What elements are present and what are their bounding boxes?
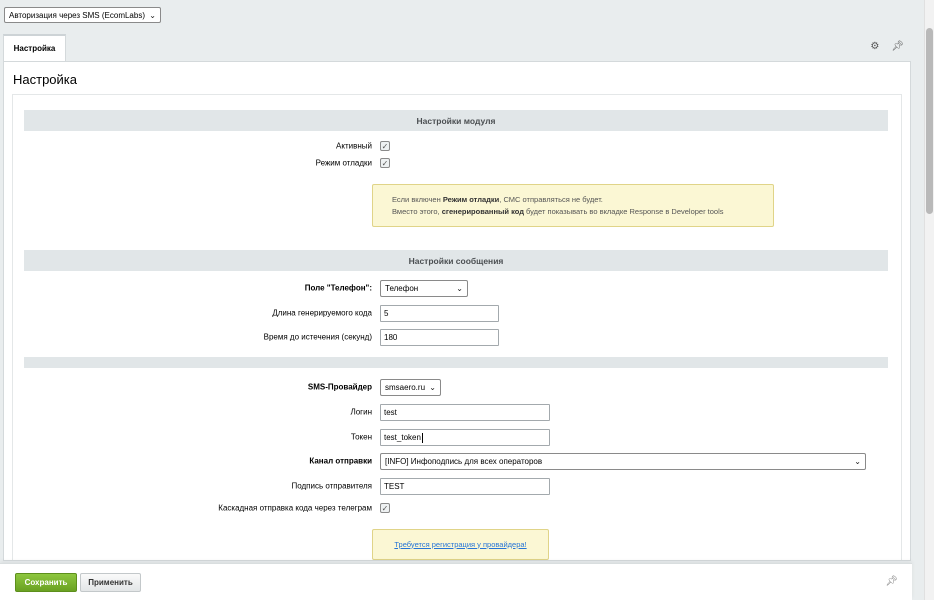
- code-length-wrap: 5: [380, 305, 499, 322]
- debug-note-line2: Вместо этого, сгенерированный код будет …: [392, 206, 773, 218]
- expire-wrap: 180: [380, 329, 499, 346]
- sender-value: TEST: [384, 482, 405, 491]
- expire-label: Время до истечения (секунд): [263, 332, 372, 342]
- module-select-value: Авторизация через SMS (EcomLabs): [9, 10, 145, 20]
- token-input[interactable]: test_token: [380, 429, 550, 446]
- page-title: Настройка: [13, 72, 77, 87]
- note-text: Если включен: [392, 195, 443, 204]
- expire-value: 180: [384, 333, 398, 342]
- text-cursor: [421, 432, 423, 443]
- section-header-module: Настройки модуля: [24, 110, 888, 131]
- expire-input[interactable]: 180: [380, 329, 499, 346]
- tab-tools: ⚙ 📌︎: [870, 41, 904, 52]
- token-label: Токен: [350, 432, 372, 442]
- row-active: Активный ✓: [13, 138, 903, 154]
- note-bold: сгенерированный код: [441, 207, 524, 216]
- row-login: Логин test: [13, 404, 903, 421]
- tab-settings[interactable]: Настройка: [3, 34, 66, 61]
- code-length-value: 5: [384, 309, 389, 318]
- gear-icon[interactable]: ⚙: [870, 41, 879, 52]
- phone-field-value: Телефон: [385, 284, 419, 293]
- debug-note: Если включен Режим отладки, СМС отправля…: [372, 184, 774, 227]
- login-wrap: test: [380, 404, 550, 421]
- pin-icon[interactable]: 📌︎: [885, 576, 898, 587]
- sender-label: Подпись отправителя: [291, 481, 372, 491]
- telegram-checkbox[interactable]: ✓: [380, 503, 390, 513]
- scrollbar-thumb[interactable]: [926, 28, 933, 214]
- chevron-down-icon: ⌄: [149, 10, 156, 20]
- row-telegram: Каскадная отправка кода через телеграм ✓: [13, 500, 903, 516]
- settings-form: Настройки модуля Активный ✓ Режим отладк…: [12, 94, 903, 560]
- code-length-label: Длина генерируемого кода: [272, 308, 372, 318]
- note-text: будет показывать во вкладке Response в D…: [523, 207, 724, 216]
- section-header-message: Настройки сообщения: [24, 250, 888, 271]
- settings-panel: Настройка Настройки модуля Активный ✓ Ре…: [3, 61, 911, 561]
- telegram-checkbox-wrap: ✓: [380, 500, 390, 513]
- phone-field-label: Поле "Телефон":: [304, 283, 372, 293]
- provider-label: SMS-Провайдер: [307, 382, 372, 392]
- row-code-length: Длина генерируемого кода 5: [13, 305, 903, 322]
- provider-value: smsaero.ru: [385, 383, 426, 392]
- debug-checkbox[interactable]: ✓: [380, 158, 390, 168]
- channel-label: Канал отправки: [309, 456, 372, 466]
- telegram-label: Каскадная отправка кода через телеграм: [218, 503, 372, 513]
- login-label: Логин: [350, 407, 372, 417]
- row-channel: Канал отправки [INFO] Инфоподпись для вс…: [13, 453, 903, 470]
- save-button[interactable]: Сохранить: [15, 573, 77, 592]
- footer-bar: Сохранить Применить 📌︎: [0, 563, 912, 600]
- channel-value: [INFO] Инфоподпись для всех операторов: [385, 457, 543, 466]
- provider-select[interactable]: smsaero.ru ⌄: [380, 379, 441, 396]
- phone-field-select[interactable]: Телефон ⌄: [380, 280, 468, 297]
- note-bold: Режим отладки: [442, 195, 500, 204]
- provider-wrap: smsaero.ru ⌄: [380, 379, 441, 396]
- active-checkbox[interactable]: ✓: [380, 141, 390, 151]
- channel-select[interactable]: [INFO] Инфоподпись для всех операторов ⌄: [380, 453, 866, 470]
- checkmark-icon: ✓: [381, 158, 389, 168]
- debug-checkbox-wrap: ✓: [380, 155, 390, 168]
- chevron-down-icon: ⌄: [854, 457, 861, 466]
- chevron-down-icon: ⌄: [456, 284, 463, 293]
- checkmark-icon: ✓: [381, 503, 389, 513]
- tab-bar: Настройка ⚙ 📌︎: [0, 34, 912, 61]
- module-select[interactable]: Авторизация через SMS (EcomLabs) ⌄: [4, 7, 161, 23]
- note-text: , СМС отправляться не будет.: [499, 195, 603, 204]
- active-checkbox-wrap: ✓: [380, 138, 390, 151]
- note-text: Вместо этого,: [392, 207, 442, 216]
- checkmark-icon: ✓: [381, 141, 389, 151]
- section-header-provider: [24, 357, 888, 368]
- provider-note: Требуется регистрация у провайдера!: [372, 529, 549, 560]
- sender-input[interactable]: TEST: [380, 478, 550, 495]
- login-value: test: [384, 408, 397, 417]
- active-label: Активный: [336, 141, 372, 151]
- phone-field-wrap: Телефон ⌄: [380, 280, 468, 297]
- row-token: Токен test_token: [13, 429, 903, 446]
- row-expire: Время до истечения (секунд) 180: [13, 329, 903, 346]
- debug-label: Режим отладки: [315, 158, 372, 168]
- page-scrollbar[interactable]: [924, 0, 934, 600]
- row-debug: Режим отладки ✓: [13, 155, 903, 171]
- row-sender: Подпись отправителя TEST: [13, 478, 903, 495]
- code-length-input[interactable]: 5: [380, 305, 499, 322]
- login-input[interactable]: test: [380, 404, 550, 421]
- token-value: test_token: [384, 433, 421, 442]
- pin-icon[interactable]: 📌︎: [891, 41, 904, 52]
- channel-wrap: [INFO] Инфоподпись для всех операторов ⌄: [380, 453, 866, 470]
- row-provider: SMS-Провайдер smsaero.ru ⌄: [13, 379, 903, 396]
- apply-button[interactable]: Применить: [80, 573, 141, 592]
- row-phone-field: Поле "Телефон": Телефон ⌄: [13, 280, 903, 297]
- chevron-down-icon: ⌄: [429, 383, 436, 392]
- tab-settings-label: Настройка: [13, 44, 56, 53]
- sender-wrap: TEST: [380, 478, 550, 495]
- registration-link[interactable]: Требуется регистрация у провайдера!: [394, 539, 526, 551]
- debug-note-line1: Если включен Режим отладки, СМС отправля…: [392, 194, 773, 206]
- token-wrap: test_token: [380, 429, 550, 446]
